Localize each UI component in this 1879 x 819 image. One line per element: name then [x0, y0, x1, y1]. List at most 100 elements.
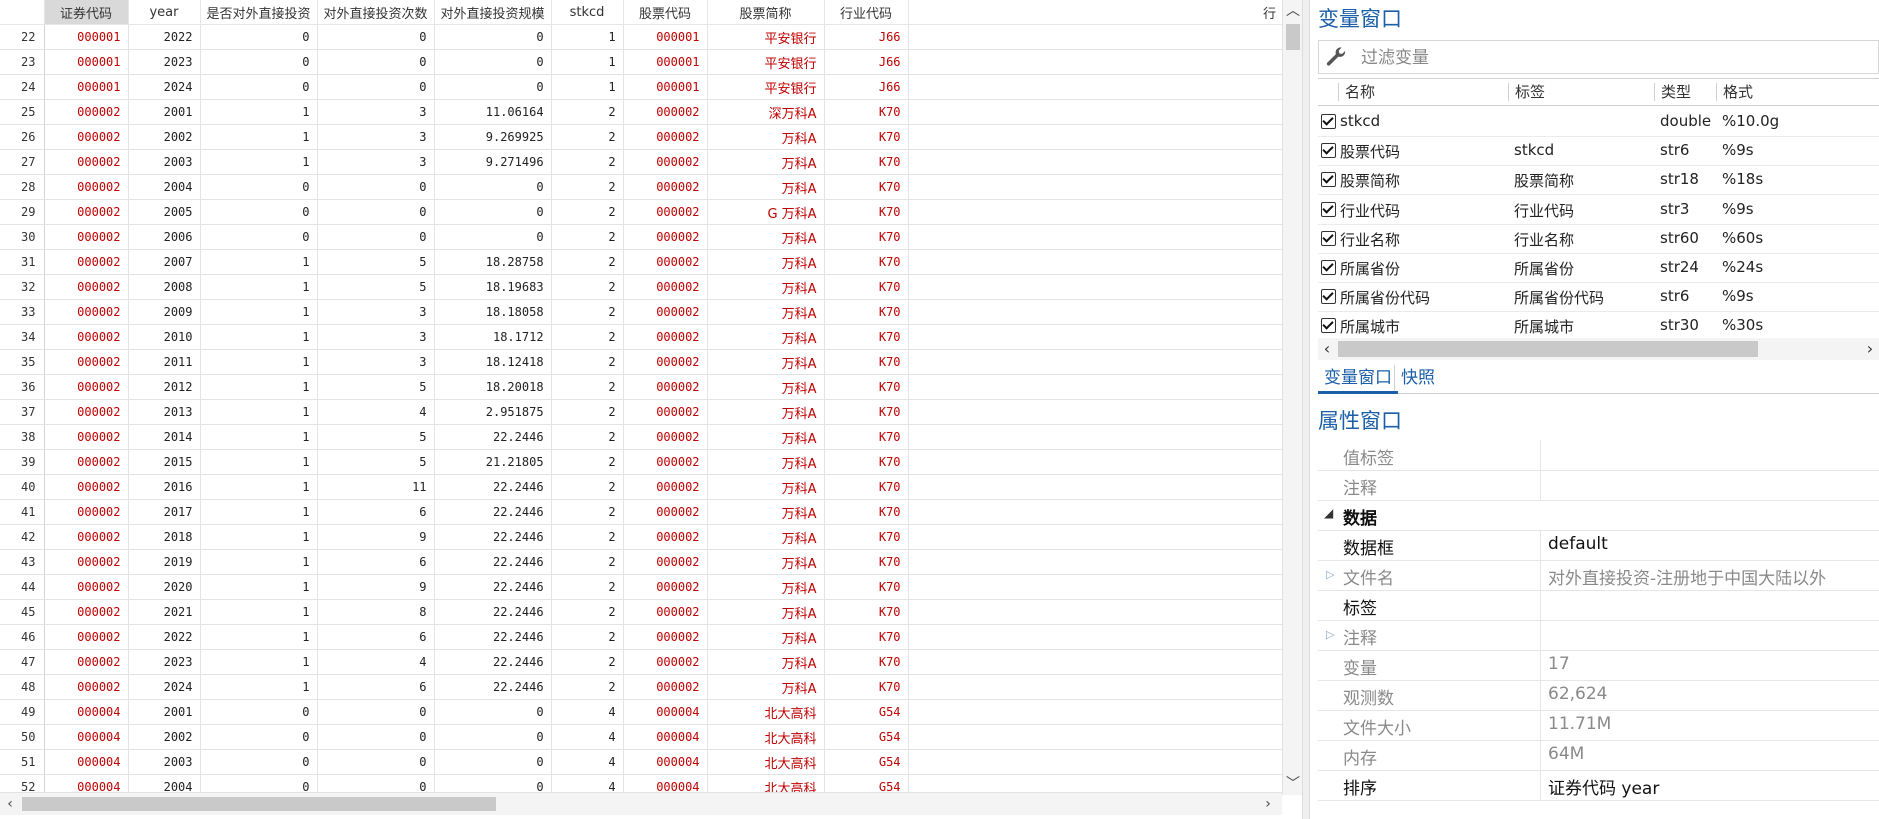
- table-cell[interactable]: G54: [824, 724, 909, 750]
- table-row[interactable]: 42 000002 2018 1 9 22.2446 2 000002 万科A K70: [0, 524, 1283, 550]
- table-cell[interactable]: 0: [434, 49, 552, 75]
- table-cell[interactable]: 2: [551, 649, 624, 675]
- table-row[interactable]: 24 000001 2024 0 0 0 1 000001 平安银行 J66: [0, 74, 1283, 100]
- data-grid[interactable]: 证券代码 year 是否对外直接投资 对外直接投资次数 对外直接投资规模 stkcd 股票代…: [0, 0, 1303, 819]
- variable-list-hscrollbar[interactable]: ‹ ›: [1318, 338, 1879, 360]
- table-cell[interactable]: 000004: [623, 749, 708, 775]
- table-cell[interactable]: 平安银行: [707, 74, 825, 100]
- table-cell[interactable]: 000002: [623, 224, 708, 250]
- table-cell[interactable]: 2015: [128, 449, 201, 475]
- prop-row-memory[interactable]: 内存 64M: [1318, 740, 1879, 771]
- table-row[interactable]: 48 000002 2024 1 6 22.2446 2 000002 万科A K70: [0, 674, 1283, 700]
- table-cell[interactable]: 1: [200, 574, 318, 600]
- table-cell[interactable]: 4: [551, 749, 624, 775]
- table-cell[interactable]: K70: [824, 124, 909, 150]
- table-cell[interactable]: 5: [317, 249, 435, 275]
- table-cell[interactable]: 000002: [44, 649, 129, 675]
- variable-checkbox[interactable]: [1321, 230, 1336, 246]
- table-cell[interactable]: 0: [200, 24, 318, 50]
- table-cell[interactable]: 000002: [44, 324, 129, 350]
- table-cell[interactable]: K70: [824, 499, 909, 525]
- table-cell[interactable]: 万科A: [707, 249, 825, 275]
- table-cell[interactable]: 000004: [623, 724, 708, 750]
- column-header[interactable]: 对外直接投资规模: [434, 0, 552, 25]
- table-row[interactable]: 43 000002 2019 1 6 22.2446 2 000002 万科A K70: [0, 549, 1283, 575]
- table-cell[interactable]: 2011: [128, 349, 201, 375]
- table-cell[interactable]: K70: [824, 274, 909, 300]
- table-cell[interactable]: 2019: [128, 549, 201, 575]
- row-number[interactable]: 24: [0, 74, 45, 100]
- table-cell[interactable]: 2: [551, 624, 624, 650]
- table-cell[interactable]: 万科A: [707, 149, 825, 175]
- table-cell[interactable]: 000004: [623, 699, 708, 725]
- table-cell[interactable]: K70: [824, 424, 909, 450]
- table-cell[interactable]: K70: [824, 624, 909, 650]
- table-cell[interactable]: 000002: [44, 224, 129, 250]
- table-cell[interactable]: K70: [824, 199, 909, 225]
- table-cell[interactable]: 4: [551, 699, 624, 725]
- tab-variables[interactable]: 变量窗口: [1318, 365, 1398, 394]
- table-cell[interactable]: 22.2446: [434, 524, 552, 550]
- table-row[interactable]: 45 000002 2021 1 8 22.2446 2 000002 万科A K70: [0, 599, 1283, 625]
- table-cell[interactable]: 万科A: [707, 299, 825, 325]
- table-cell[interactable]: 2: [551, 499, 624, 525]
- table-cell[interactable]: 万科A: [707, 374, 825, 400]
- row-number[interactable]: 44: [0, 574, 45, 600]
- table-cell[interactable]: 万科A: [707, 449, 825, 475]
- table-cell[interactable]: 2: [551, 274, 624, 300]
- table-cell[interactable]: 1: [200, 299, 318, 325]
- table-row[interactable]: 31 000002 2007 1 5 18.28758 2 000002 万科A K70: [0, 249, 1283, 275]
- table-row[interactable]: 37 000002 2013 1 4 2.951875 2 000002 万科A K70: [0, 399, 1283, 425]
- table-row[interactable]: 38 000002 2014 1 5 22.2446 2 000002 万科A K70: [0, 424, 1283, 450]
- row-number[interactable]: 34: [0, 324, 45, 350]
- table-cell[interactable]: K70: [824, 349, 909, 375]
- table-cell[interactable]: 000002: [623, 274, 708, 300]
- table-cell[interactable]: 2005: [128, 199, 201, 225]
- table-cell[interactable]: 0: [200, 699, 318, 725]
- table-cell[interactable]: 000002: [44, 599, 129, 625]
- table-cell[interactable]: 22.2446: [434, 574, 552, 600]
- table-cell[interactable]: 000002: [44, 474, 129, 500]
- table-cell[interactable]: 000002: [623, 299, 708, 325]
- row-number[interactable]: 27: [0, 149, 45, 175]
- table-cell[interactable]: 6: [317, 674, 435, 700]
- table-cell[interactable]: K70: [824, 249, 909, 275]
- table-cell[interactable]: 1: [200, 599, 318, 625]
- table-cell[interactable]: 万科A: [707, 524, 825, 550]
- prop-row-notes[interactable]: 注释: [1318, 470, 1879, 501]
- table-cell[interactable]: 0: [317, 724, 435, 750]
- column-header[interactable]: 证券代码: [44, 0, 129, 25]
- table-cell[interactable]: 000002: [44, 574, 129, 600]
- table-cell[interactable]: 000002: [623, 399, 708, 425]
- table-cell[interactable]: 2006: [128, 224, 201, 250]
- column-header[interactable]: year: [128, 0, 201, 25]
- table-row[interactable]: 28 000002 2004 0 0 0 2 000002 万科A K70: [0, 174, 1283, 200]
- table-cell[interactable]: 0: [434, 199, 552, 225]
- table-row[interactable]: 26 000002 2002 1 3 9.269925 2 000002 万科A K70: [0, 124, 1283, 150]
- table-cell[interactable]: 000002: [44, 274, 129, 300]
- variable-checkbox[interactable]: [1321, 318, 1336, 334]
- column-header[interactable]: 对外直接投资次数: [317, 0, 435, 25]
- table-cell[interactable]: 1: [200, 624, 318, 650]
- table-cell[interactable]: 0: [317, 699, 435, 725]
- table-cell[interactable]: 2: [551, 99, 624, 125]
- table-cell[interactable]: 0: [200, 224, 318, 250]
- row-number[interactable]: 37: [0, 399, 45, 425]
- variable-row[interactable]: 行业名称 行业名称 str60 %60s: [1318, 224, 1879, 254]
- table-cell[interactable]: J66: [824, 49, 909, 75]
- table-cell[interactable]: 2: [551, 349, 624, 375]
- col-header-name[interactable]: 名称: [1338, 83, 1375, 101]
- table-row[interactable]: 39 000002 2015 1 5 21.21805 2 000002 万科A K70: [0, 449, 1283, 475]
- table-cell[interactable]: 万科A: [707, 324, 825, 350]
- row-number[interactable]: 47: [0, 649, 45, 675]
- table-row[interactable]: 25 000002 2001 1 3 11.06164 2 000002 深万科A K70: [0, 99, 1283, 125]
- table-cell[interactable]: 1: [200, 674, 318, 700]
- table-cell[interactable]: 1: [200, 349, 318, 375]
- scroll-down-icon[interactable]: ﹀: [1283, 773, 1303, 795]
- table-cell[interactable]: 1: [200, 399, 318, 425]
- chevron-left-icon[interactable]: ‹: [1318, 338, 1336, 360]
- properties-grid[interactable]: 值标签 注释 ◢ 数据 数据框 default ▷ 文件名 对外直接投资-注册地…: [1318, 440, 1879, 819]
- table-cell[interactable]: 2018: [128, 524, 201, 550]
- variable-list[interactable]: 名称 标签 类型 格式 stkcd double %10.0g 股票代码 stkcd st…: [1318, 78, 1879, 342]
- table-cell[interactable]: 5: [317, 424, 435, 450]
